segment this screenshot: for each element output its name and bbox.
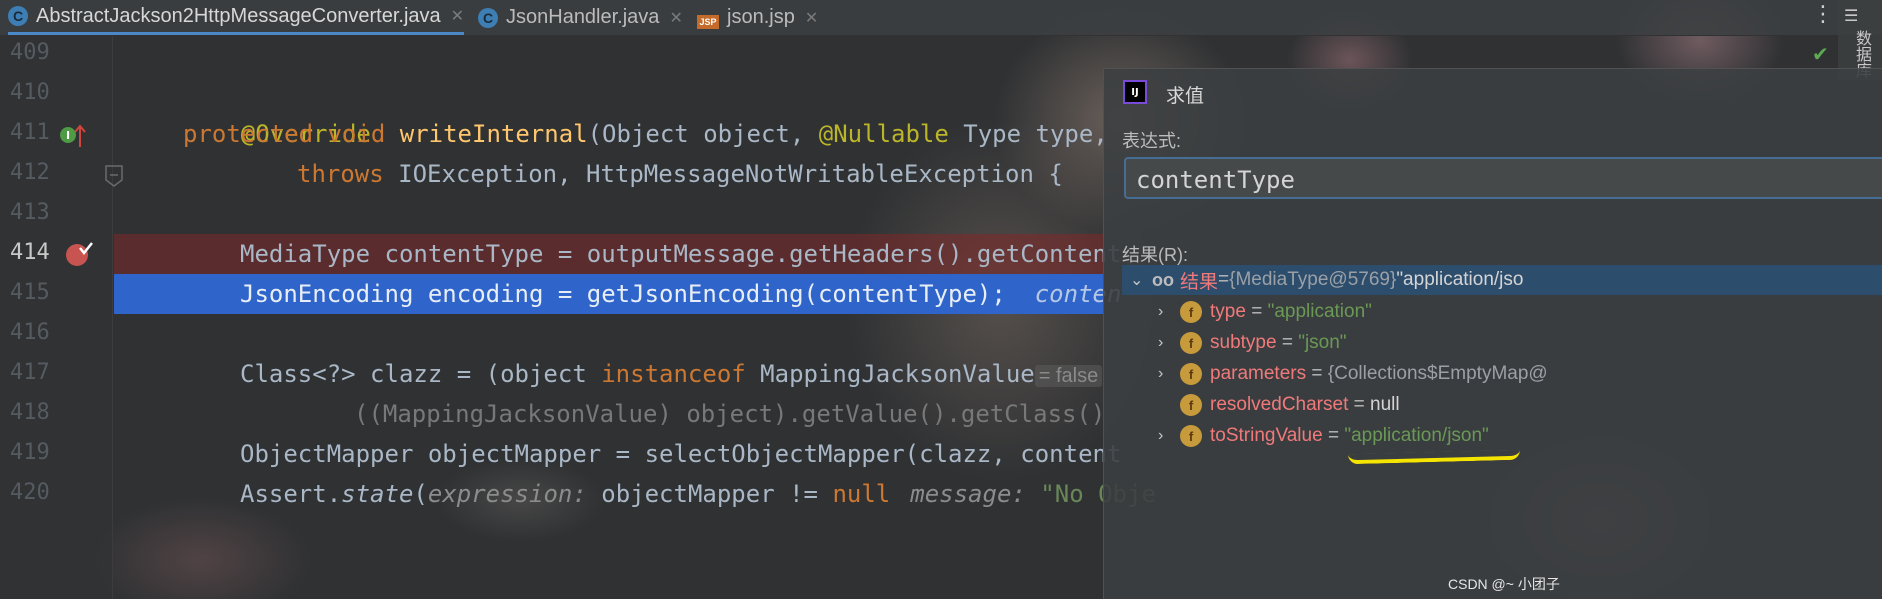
tab-json-handler[interactable]: C JsonHandler.java ✕ — [478, 0, 683, 35]
code-line-418[interactable]: ((MappingJacksonValue) object).getValue(… — [354, 394, 1105, 434]
chevron-right-icon[interactable]: › — [1158, 303, 1180, 321]
field-icon: f — [1180, 301, 1202, 323]
tree-item-subtype[interactable]: › f subtype = "json" — [1158, 328, 1347, 358]
tab-label: JsonHandler.java — [506, 6, 660, 28]
chevron-right-icon[interactable]: › — [1158, 427, 1180, 445]
dialog-title: 求值 — [1166, 86, 1205, 107]
close-icon[interactable]: ✕ — [669, 8, 682, 28]
java-class-icon: C — [478, 7, 498, 28]
field-icon: f — [1180, 363, 1202, 385]
line-number: 415 — [10, 280, 50, 305]
tree-item-parameters[interactable]: › f parameters = {Collections$EmptyMap@ — [1158, 359, 1548, 389]
csdn-watermark: CSDN @~ 小团子 — [1448, 576, 1560, 592]
line-number-current: 414 — [10, 240, 50, 265]
code-line-420[interactable]: Assert.state(expression: objectMapper !=… — [240, 474, 1156, 514]
fold-icon[interactable] — [103, 163, 125, 189]
java-class-icon: C — [8, 6, 28, 26]
database-icon[interactable]: ☰ — [1844, 6, 1858, 25]
tab-abstract-jackson2[interactable]: C AbstractJackson2HttpMessageConverter.j… — [8, 0, 465, 35]
expression-label: 表达式: — [1122, 131, 1182, 151]
code-line-419[interactable]: ObjectMapper objectMapper = selectObject… — [240, 434, 1121, 474]
svg-text:I: I — [66, 129, 70, 142]
breakpoint-icon[interactable] — [64, 240, 96, 268]
code-line-415[interactable]: JsonEncoding encoding = getJsonEncoding(… — [240, 274, 1121, 314]
code-line-412[interactable]: throws IOException, HttpMessageNotWritab… — [297, 154, 1063, 194]
line-number: 419 — [10, 440, 50, 465]
result-label: 结果(R): — [1122, 245, 1188, 265]
tree-item-to-string-value[interactable]: › f toStringValue = "application/json" — [1158, 421, 1489, 451]
field-icon: f — [1180, 425, 1202, 447]
implements-method-icon[interactable]: I — [58, 123, 90, 149]
line-number: 413 — [10, 200, 50, 225]
chevron-down-icon[interactable]: ⌄ — [1130, 270, 1152, 290]
tree-item-type[interactable]: › f type = "application" — [1158, 297, 1372, 327]
ide-window: C AbstractJackson2HttpMessageConverter.j… — [0, 0, 1882, 599]
result-root-row[interactable]: ⌄ oo 结果 = {MediaType@5769} "application/… — [1122, 265, 1882, 295]
line-number: 418 — [10, 400, 50, 425]
line-number: 416 — [10, 320, 50, 345]
line-number: 411 — [10, 120, 50, 145]
line-number: 417 — [10, 360, 50, 385]
tab-label: AbstractJackson2HttpMessageConverter.jav… — [36, 4, 441, 27]
evaluate-expression-dialog: IJ 求值 表达式: contentType 结果(R): ⌄ oo 结果 = … — [1103, 68, 1882, 599]
inspection-ok-icon[interactable]: ✔ — [1812, 42, 1829, 66]
intellij-logo-icon: IJ — [1123, 80, 1147, 104]
jsp-file-icon: JSP — [697, 14, 719, 29]
close-icon[interactable]: ✕ — [451, 6, 464, 26]
code-line-417[interactable]: Class<?> clazz = (object instanceof Mapp… — [240, 354, 1103, 396]
line-number: 409 — [10, 40, 50, 65]
expression-input[interactable]: contentType — [1124, 157, 1882, 199]
tab-json-jsp[interactable]: JSP json.jsp ✕ — [697, 0, 818, 35]
chevron-right-icon[interactable]: › — [1158, 365, 1180, 383]
watch-glasses-icon: oo — [1152, 269, 1174, 290]
line-number: 410 — [10, 80, 50, 105]
more-options-icon[interactable]: ⋮ — [1812, 4, 1834, 26]
code-line-411[interactable]: protected void writeInternal(Object obje… — [183, 114, 1108, 154]
line-number: 420 — [10, 480, 50, 505]
line-number: 412 — [10, 160, 50, 185]
tree-item-resolved-charset[interactable]: f resolvedCharset = null — [1158, 390, 1400, 420]
editor-tab-bar: C AbstractJackson2HttpMessageConverter.j… — [0, 0, 1882, 36]
chevron-right-icon[interactable]: › — [1158, 334, 1180, 352]
field-icon: f — [1180, 332, 1202, 354]
tab-label: json.jsp — [727, 6, 795, 28]
code-line-414[interactable]: MediaType contentType = outputMessage.ge… — [240, 234, 1121, 274]
field-icon: f — [1180, 394, 1202, 416]
close-icon[interactable]: ✕ — [805, 8, 818, 28]
